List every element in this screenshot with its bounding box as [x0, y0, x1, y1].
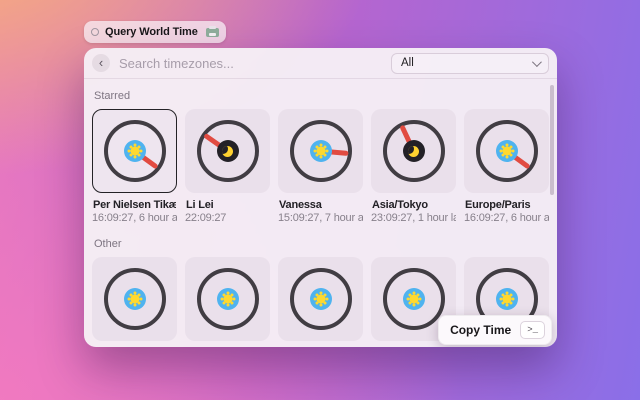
- command-title-pill[interactable]: Query World Time: [84, 21, 226, 43]
- day-night-icon: [124, 288, 146, 310]
- desktop-background: Query World Time ‹ Search timezones... A…: [0, 0, 640, 400]
- clock-grid: Per Nielsen Tikær 16:09:27, 6 hour ago L…: [92, 109, 549, 224]
- clock-cell: Europe/Paris 16:09:27, 6 hour ago: [464, 109, 549, 224]
- clock-card[interactable]: [185, 257, 270, 341]
- command-title: Query World Time: [105, 26, 198, 38]
- sun-icon: [504, 148, 510, 154]
- sun-icon: [318, 148, 324, 154]
- day-night-icon: [403, 288, 425, 310]
- clock-card[interactable]: [371, 109, 456, 193]
- back-chevron-icon: ‹: [99, 56, 103, 69]
- day-night-icon: [217, 288, 239, 310]
- sun-icon: [318, 296, 324, 302]
- filter-dropdown[interactable]: All: [391, 53, 549, 74]
- clock-cell: Africa/Accra: [185, 257, 270, 347]
- clock-cell: Africa/Abidjan: [92, 257, 177, 347]
- section-label: Starred: [94, 90, 547, 102]
- clock-section: Starred Per Nielsen Tikær 16:09:27, 6 ho…: [92, 90, 549, 224]
- sun-icon: [225, 296, 231, 302]
- actions-shortcut-button[interactable]: >_: [520, 321, 545, 339]
- day-night-icon: [496, 288, 518, 310]
- search-input[interactable]: Search timezones...: [119, 56, 234, 71]
- timezone-time: 16:09:27, 6 hour ago: [92, 212, 177, 224]
- timezone-time: 16:09:27, 6 hour ago: [464, 212, 549, 224]
- clock-cell: Africa/Algiers: [278, 257, 363, 347]
- filter-value: All: [401, 57, 414, 69]
- clock-cell: Li Lei 22:09:27: [185, 109, 270, 224]
- clock-card[interactable]: [92, 257, 177, 341]
- sun-icon: [132, 148, 138, 154]
- clock-card[interactable]: [278, 109, 363, 193]
- timezone-name: Europe/Paris: [465, 199, 548, 211]
- day-night-icon: [310, 288, 332, 310]
- clock-card[interactable]: [464, 109, 549, 193]
- clock-card[interactable]: [185, 109, 270, 193]
- clock-cell: Asia/Tokyo 23:09:27, 1 hour later: [371, 109, 456, 224]
- printer-icon: [206, 28, 219, 37]
- copy-time-button[interactable]: Copy Time: [450, 323, 511, 337]
- record-circle-icon: [91, 28, 99, 36]
- timezone-time: 15:09:27, 7 hour ago: [278, 212, 363, 224]
- clock-cell: Vanessa 15:09:27, 7 hour ago: [278, 109, 363, 224]
- sun-icon: [411, 296, 417, 302]
- clock-card[interactable]: [278, 257, 363, 341]
- timezone-name: Li Lei: [186, 199, 269, 211]
- day-night-icon: [403, 140, 425, 162]
- timezone-time: 22:09:27: [185, 212, 270, 224]
- moon-icon: [222, 146, 233, 157]
- timezone-name: Per Nielsen Tikær: [93, 199, 176, 211]
- day-night-icon: [217, 140, 239, 162]
- back-button[interactable]: ‹: [92, 54, 110, 72]
- timezone-name: Vanessa: [279, 199, 362, 211]
- day-night-icon: [124, 140, 146, 162]
- section-label: Other: [94, 238, 547, 250]
- day-night-icon: [496, 140, 518, 162]
- clock-card[interactable]: [92, 109, 177, 193]
- search-header: ‹ Search timezones... All: [84, 48, 557, 79]
- chevron-down-icon: [532, 57, 542, 67]
- scrollbar-thumb[interactable]: [550, 85, 554, 195]
- sun-icon: [504, 296, 510, 302]
- timezone-name: Asia/Tokyo: [372, 199, 455, 211]
- copy-time-hud: Copy Time >_: [438, 315, 552, 345]
- day-night-icon: [310, 140, 332, 162]
- clock-cell: Per Nielsen Tikær 16:09:27, 6 hour ago: [92, 109, 177, 224]
- sun-icon: [132, 296, 138, 302]
- timezone-time: 23:09:27, 1 hour later: [371, 212, 456, 224]
- clock-grid-content: Starred Per Nielsen Tikær 16:09:27, 6 ho…: [84, 79, 557, 347]
- moon-icon: [408, 146, 419, 157]
- world-time-window: ‹ Search timezones... All Starred Per Ni…: [84, 48, 557, 347]
